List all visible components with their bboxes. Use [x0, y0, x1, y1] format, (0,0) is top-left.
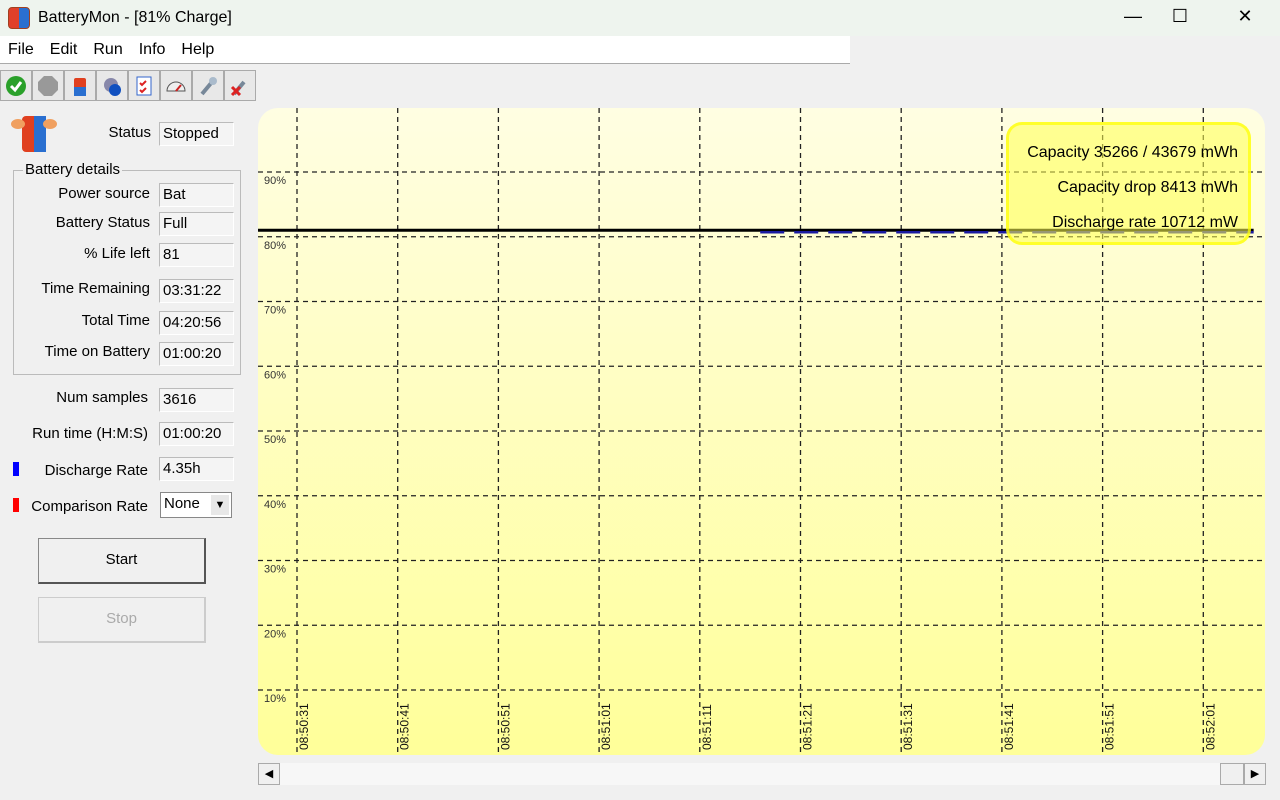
- y-tick-label: 50%: [264, 434, 286, 446]
- minimize-button[interactable]: —: [1110, 0, 1156, 32]
- power-source-label: Power source: [58, 185, 150, 202]
- time-remaining-label: Time Remaining: [41, 280, 150, 297]
- legend-discharge-rate: Discharge rate 10712 mW: [1052, 214, 1238, 231]
- life-left-value: 81: [159, 243, 234, 267]
- x-tick-label: 08:51:51: [1103, 703, 1117, 750]
- x-tick-label: 08:51:01: [599, 703, 613, 750]
- comparison-rate-select[interactable]: None ▼: [160, 492, 232, 518]
- total-time-label: Total Time: [81, 312, 150, 329]
- x-tick-label: 08:50:31: [297, 703, 311, 750]
- battery-status-label: Battery Status: [55, 214, 150, 231]
- menu-file[interactable]: File: [0, 41, 42, 59]
- x-tick-label: 08:51:31: [901, 703, 915, 750]
- stop-icon[interactable]: [32, 70, 64, 101]
- maximize-button[interactable]: ☐: [1157, 0, 1203, 32]
- remove-tools-icon[interactable]: [224, 70, 256, 101]
- tools-icon[interactable]: [192, 70, 224, 101]
- toolbar: [0, 70, 256, 101]
- x-tick-label: 08:51:21: [801, 703, 815, 750]
- battery-icon[interactable]: [64, 70, 96, 101]
- gauge-icon[interactable]: [160, 70, 192, 101]
- y-tick-label: 30%: [264, 564, 286, 576]
- status-label: Status: [108, 124, 151, 141]
- life-left-label: % Life left: [84, 245, 150, 262]
- battery-details-title: Battery details: [23, 161, 123, 178]
- num-samples-value: 3616: [159, 388, 234, 412]
- time-on-battery-label: Time on Battery: [44, 343, 150, 360]
- menu-run[interactable]: Run: [85, 41, 130, 59]
- start-button[interactable]: Start: [38, 538, 206, 584]
- menu-help[interactable]: Help: [173, 41, 222, 59]
- y-tick-label: 80%: [264, 240, 286, 252]
- run-time-value: 01:00:20: [159, 422, 234, 446]
- scroll-right-icon[interactable]: ▶: [1244, 763, 1266, 785]
- discharge-rate-label: Discharge Rate: [44, 462, 148, 479]
- start-icon[interactable]: [0, 70, 32, 101]
- horizontal-scrollbar[interactable]: ◀ ▶: [258, 763, 1266, 785]
- x-tick-label: 08:50:51: [498, 703, 512, 750]
- y-tick-label: 10%: [264, 693, 286, 705]
- y-tick-label: 90%: [264, 175, 286, 187]
- stop-button[interactable]: Stop: [38, 597, 206, 643]
- x-tick-label: 08:51:11: [700, 704, 714, 750]
- time-remaining-value: 03:31:22: [159, 279, 234, 303]
- y-tick-label: 40%: [264, 499, 286, 511]
- menu-bar: File Edit Run Info Help: [0, 36, 850, 64]
- y-tick-label: 20%: [264, 628, 286, 640]
- num-samples-label: Num samples: [56, 389, 148, 406]
- y-tick-label: 60%: [264, 369, 286, 381]
- comparison-rate-label: Comparison Rate: [31, 498, 148, 515]
- title-bar: BatteryMon - [81% Charge] — ☐ ✕: [0, 0, 1280, 36]
- time-on-battery-value: 01:00:20: [159, 342, 234, 366]
- checklist-icon[interactable]: [128, 70, 160, 101]
- y-tick-label: 70%: [264, 305, 286, 317]
- menu-edit[interactable]: Edit: [42, 41, 86, 59]
- scroll-left-icon[interactable]: ◀: [258, 763, 280, 785]
- battery-status-value: Full: [159, 212, 234, 236]
- menu-info[interactable]: Info: [131, 41, 174, 59]
- settings-icon[interactable]: [96, 70, 128, 101]
- x-tick-label: 08:50:41: [398, 703, 412, 750]
- close-button[interactable]: ✕: [1222, 0, 1268, 32]
- window-title: BatteryMon - [81% Charge]: [38, 9, 232, 26]
- run-time-label: Run time (H:M:S): [32, 425, 148, 442]
- status-value: Stopped: [159, 122, 234, 146]
- legend-capacity: Capacity 35266 / 43679 mWh: [1027, 144, 1238, 161]
- comparison-rate-swatch: [13, 498, 19, 512]
- discharge-rate-value: 4.35h: [159, 457, 234, 481]
- x-tick-label: 08:51:41: [1002, 703, 1016, 750]
- chevron-down-icon[interactable]: ▼: [211, 495, 229, 515]
- scroll-thumb[interactable]: [1220, 763, 1244, 785]
- power-source-value: Bat: [159, 183, 234, 207]
- battery-logo-icon: [10, 110, 58, 158]
- legend-capacity-drop: Capacity drop 8413 mWh: [1057, 179, 1238, 196]
- discharge-rate-swatch: [13, 462, 19, 476]
- app-battery-icon: [8, 7, 30, 29]
- comparison-rate-selected: None: [164, 495, 200, 512]
- total-time-value: 04:20:56: [159, 311, 234, 335]
- chart-legend: Capacity 35266 / 43679 mWh Capacity drop…: [1006, 122, 1251, 245]
- x-tick-label: 08:52:01: [1203, 703, 1217, 750]
